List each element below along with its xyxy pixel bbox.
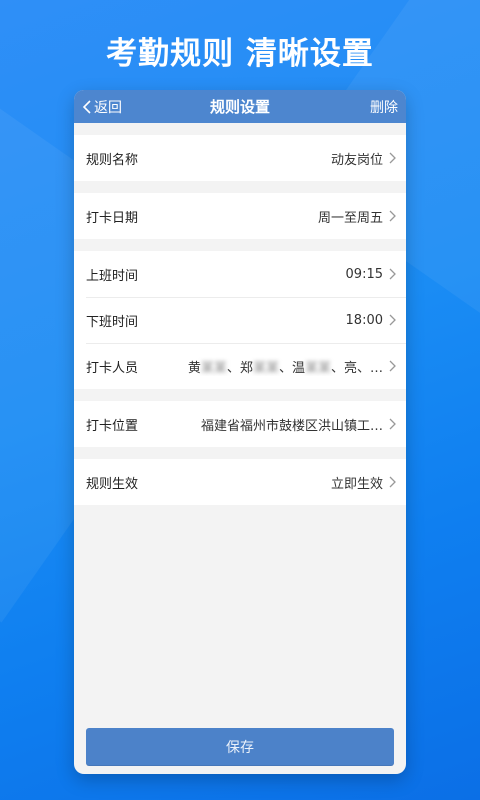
- blurred-name: 某某: [200, 360, 227, 376]
- end-time-row[interactable]: 下班时间 18:00: [74, 297, 406, 343]
- chevron-right-icon: [389, 314, 396, 326]
- blurred-name: 某某: [252, 360, 279, 376]
- chevron-left-icon: [82, 99, 91, 114]
- group-date: 打卡日期 周一至周五: [74, 193, 406, 239]
- delete-button[interactable]: 删除: [370, 90, 398, 123]
- save-button[interactable]: 保存: [86, 728, 394, 766]
- check-in-date-value: 周一至周五: [317, 210, 383, 226]
- member-name: 、郑: [226, 360, 253, 376]
- check-in-date-row[interactable]: 打卡日期 周一至周五: [74, 193, 406, 239]
- rule-name-value: 动友岗位: [330, 152, 383, 168]
- start-time-label: 上班时间: [86, 268, 139, 284]
- blurred-name: 某某: [304, 360, 331, 376]
- start-time-row[interactable]: 上班时间 09:15: [74, 251, 406, 297]
- members-row[interactable]: 打卡人员 黄某某、郑某某、温某某、亮、…: [74, 343, 406, 389]
- navbar: 返回 规则设置 删除: [74, 90, 406, 123]
- chevron-right-icon: [389, 210, 396, 222]
- members-value: 黄某某、郑某某、温某某、亮、…: [188, 357, 383, 376]
- start-time-value: 09:15: [345, 266, 383, 282]
- member-name: 、温: [278, 360, 305, 376]
- members-label: 打卡人员: [86, 360, 139, 376]
- end-time-label: 下班时间: [86, 314, 139, 330]
- member-name: 、亮、…: [330, 360, 383, 376]
- rule-name-row[interactable]: 规则名称 动友岗位: [74, 135, 406, 181]
- phone-screen: 返回 规则设置 删除 规则名称 动友岗位 打卡日期 周一至周五 上班时间 09:…: [74, 90, 406, 774]
- group-effective: 规则生效 立即生效: [74, 459, 406, 505]
- chevron-right-icon: [389, 268, 396, 280]
- chevron-right-icon: [389, 418, 396, 430]
- location-row[interactable]: 打卡位置 福建省福州市鼓楼区洪山镇工…: [74, 401, 406, 447]
- back-label: 返回: [94, 99, 122, 116]
- member-name: 黄: [187, 360, 201, 376]
- effective-label: 规则生效: [86, 476, 139, 492]
- group-location: 打卡位置 福建省福州市鼓楼区洪山镇工…: [74, 401, 406, 447]
- promo-headline: 考勤规则 清晰设置: [106, 36, 374, 72]
- end-time-value: 18:00: [345, 312, 383, 328]
- rule-name-label: 规则名称: [86, 152, 139, 168]
- effective-value: 立即生效: [330, 476, 383, 492]
- check-in-date-label: 打卡日期: [86, 210, 139, 226]
- group-name: 规则名称 动友岗位: [74, 135, 406, 181]
- effective-row[interactable]: 规则生效 立即生效: [74, 459, 406, 505]
- chevron-right-icon: [389, 476, 396, 488]
- back-button[interactable]: 返回: [82, 90, 122, 123]
- group-times: 上班时间 09:15 下班时间 18:00 打卡人员 黄某某、郑某某、温某某、亮…: [74, 251, 406, 389]
- page-title: 规则设置: [209, 98, 270, 116]
- chevron-right-icon: [389, 360, 396, 372]
- chevron-right-icon: [389, 152, 396, 164]
- location-value: 福建省福州市鼓楼区洪山镇工…: [200, 418, 383, 434]
- footer: 保存: [86, 728, 394, 766]
- location-label: 打卡位置: [86, 418, 139, 434]
